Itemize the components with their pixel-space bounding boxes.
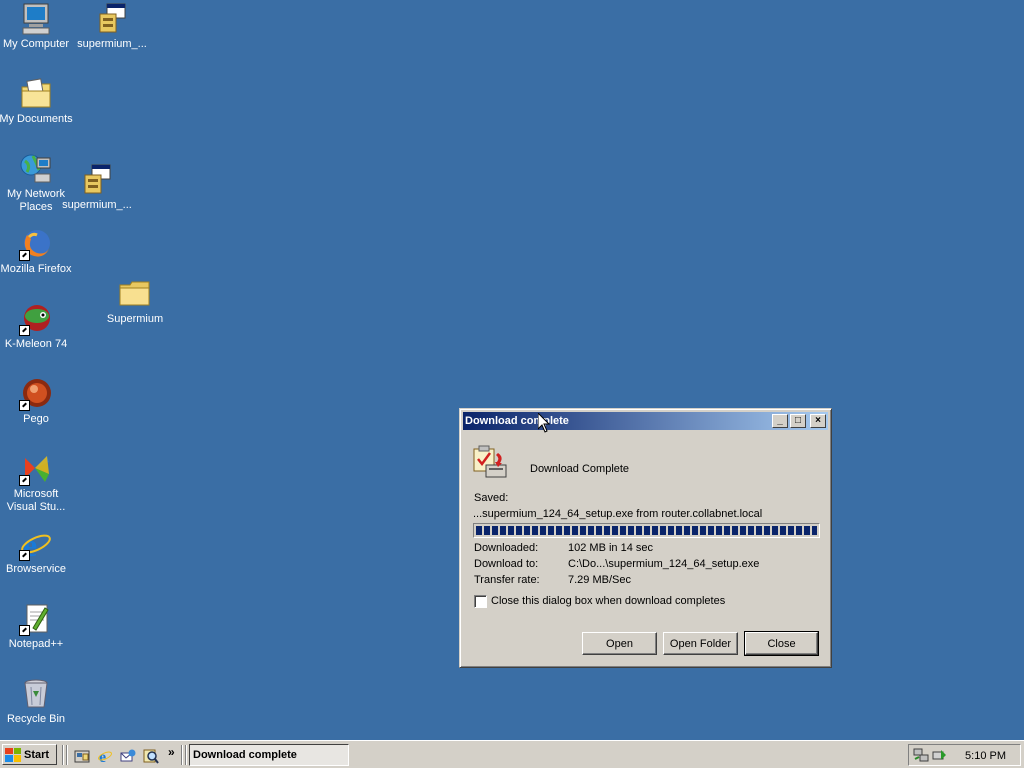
firefox-icon <box>19 227 53 261</box>
download-to-label: Download to: <box>474 558 539 570</box>
show-desktop-icon[interactable] <box>74 748 90 764</box>
minimize-button[interactable]: _ <box>772 414 788 428</box>
computer-icon <box>19 2 53 36</box>
folder-icon <box>118 277 152 311</box>
desktop-icon-pego[interactable]: Pego <box>0 377 74 426</box>
pego-icon <box>19 377 53 411</box>
recycle-bin-icon <box>19 677 53 711</box>
visual-studio-icon <box>19 452 53 486</box>
taskbar: Start e » Download complete 5:10 PM <box>0 740 1024 768</box>
open-folder-button-label: Open Folder <box>669 637 732 650</box>
search-icon[interactable] <box>143 748 159 764</box>
desktop-icon-label: Recycle Bin <box>6 713 66 725</box>
taskbar-separator <box>185 745 187 765</box>
desktop-icon-label: Pego <box>23 413 49 425</box>
transfer-rate-value: 7.29 MB/Sec <box>568 574 631 586</box>
taskbar-button-label: Download complete <box>193 749 297 761</box>
desktop-icon-label: Supermium <box>106 313 164 325</box>
saved-value: ...supermium_124_64_setup.exe from route… <box>473 508 763 520</box>
network-connection-icon[interactable] <box>913 747 929 763</box>
close-button-label: Close <box>767 637 796 650</box>
desktop-icon-supermium-installer-2[interactable]: supermium_... <box>59 163 135 212</box>
downloaded-value: 102 MB in 14 sec <box>568 542 653 554</box>
installer-icon <box>95 2 129 36</box>
internet-explorer-icon: e <box>19 527 53 563</box>
progress-fill <box>476 526 817 535</box>
shortcut-arrow-icon <box>19 250 30 261</box>
desktop-icon-label: supermium_... <box>62 199 132 211</box>
transfer-rate-label: Transfer rate: <box>474 574 540 586</box>
close-on-complete-label[interactable]: Close this dialog box when download comp… <box>491 595 725 607</box>
close-button[interactable]: Close <box>744 631 819 656</box>
svg-text:e: e <box>99 749 106 764</box>
desktop-icon-label: Notepad++ <box>8 638 64 650</box>
shortcut-arrow-icon <box>19 475 30 486</box>
shortcut-arrow-icon <box>19 550 30 561</box>
system-tray: 5:10 PM <box>908 744 1021 766</box>
desktop-icon-my-documents[interactable]: My Documents <box>0 77 74 126</box>
mouse-cursor-icon <box>537 411 551 433</box>
network-icon <box>19 152 53 186</box>
minimize-icon: _ <box>777 415 783 426</box>
clock[interactable]: 5:10 PM <box>965 750 1006 762</box>
documents-folder-icon <box>19 77 53 111</box>
desktop-icon-my-computer[interactable]: My Computer <box>0 2 74 51</box>
download-complete-dialog: Download complete _ □ × Download Complet… <box>459 408 832 668</box>
open-folder-button[interactable]: Open Folder <box>663 632 738 655</box>
taskbar-separator <box>66 745 68 765</box>
download-progress-bar <box>473 523 820 538</box>
open-button[interactable]: Open <box>582 632 657 655</box>
windows-logo-icon <box>5 747 21 762</box>
installer-icon <box>80 163 114 197</box>
downloaded-label: Downloaded: <box>474 542 539 554</box>
saved-label: Saved: <box>474 492 509 504</box>
taskbar-separator <box>62 745 64 765</box>
close-icon: × <box>815 415 821 426</box>
desktop-icon-label: supermium_... <box>77 38 147 50</box>
taskbar-button-download-complete[interactable]: Download complete <box>189 744 349 766</box>
notepad-plus-plus-icon <box>19 602 53 636</box>
dialog-heading: Download Complete <box>530 463 630 475</box>
shortcut-arrow-icon <box>19 625 30 636</box>
outlook-express-icon[interactable] <box>120 748 136 764</box>
desktop-icon-supermium-folder[interactable]: Supermium <box>97 277 173 326</box>
desktop-icon-recycle-bin[interactable]: Recycle Bin <box>0 677 74 726</box>
shortcut-arrow-icon <box>19 325 30 336</box>
desktop-icon-supermium-installer-1[interactable]: supermium_... <box>74 2 150 51</box>
quick-launch-more-icon[interactable]: » <box>168 745 175 759</box>
download-complete-icon <box>472 445 508 479</box>
taskbar-separator <box>181 745 183 765</box>
desktop-icon-label: My Computer <box>2 38 70 50</box>
safely-remove-hardware-icon[interactable] <box>931 747 947 763</box>
internet-explorer-icon[interactable]: e <box>97 748 113 766</box>
close-window-button[interactable]: × <box>810 414 826 428</box>
desktop-icon-mozilla-firefox[interactable]: Mozilla Firefox <box>0 227 74 276</box>
desktop-icon-k-meleon[interactable]: K-Meleon 74 <box>0 302 74 351</box>
maximize-button[interactable]: □ <box>790 414 806 428</box>
start-button[interactable]: Start <box>2 744 57 765</box>
desktop-icon-label: Mozilla Firefox <box>0 263 72 275</box>
shortcut-arrow-icon <box>19 400 30 411</box>
download-to-value: C:\Do...\supermium_124_64_setup.exe <box>568 558 760 570</box>
desktop-icon-label: K-Meleon 74 <box>4 338 68 350</box>
open-button-label: Open <box>606 637 633 650</box>
desktop-icon-label: My Documents <box>0 113 73 125</box>
maximize-icon: □ <box>794 415 802 426</box>
desktop-icon-browservice[interactable]: e Browservice <box>0 527 74 576</box>
desktop-icon-notepad-plus-plus[interactable]: Notepad++ <box>0 602 74 651</box>
desktop-icon-label: Browservice <box>6 563 66 575</box>
start-label: Start <box>24 748 50 761</box>
desktop-icon-label: Microsoft Visual Stu... <box>6 488 66 513</box>
desktop-icon-microsoft-visual-studio[interactable]: Microsoft Visual Stu... <box>0 452 74 514</box>
k-meleon-icon <box>19 302 53 336</box>
dialog-titlebar[interactable]: Download complete _ □ × <box>463 412 828 430</box>
dialog-title: Download complete <box>465 415 569 427</box>
close-on-complete-checkbox[interactable] <box>474 595 487 608</box>
